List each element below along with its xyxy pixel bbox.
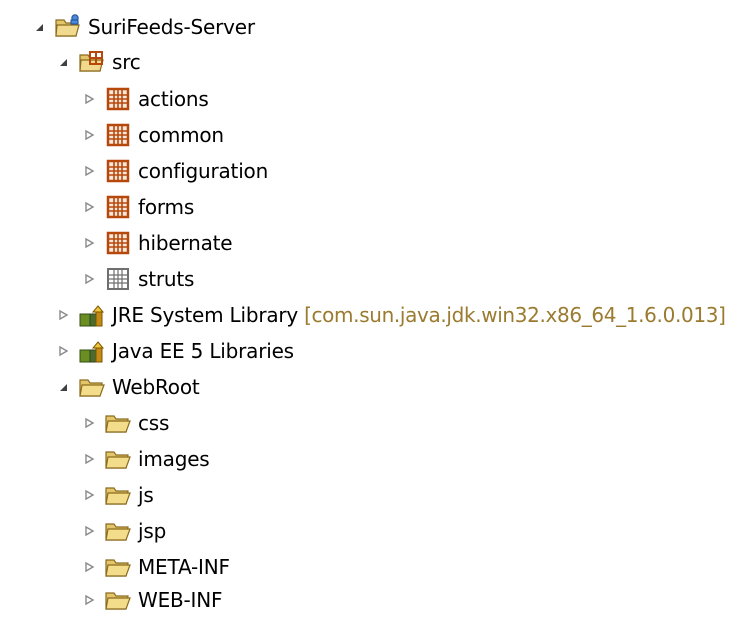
root-label: SuriFeeds-Server [88, 15, 255, 39]
tree-row-library[interactable]: Java EE 5 Libraries [52, 333, 294, 369]
library-label: JRE System Library [112, 303, 299, 327]
tree-row-folder[interactable]: js [78, 477, 154, 513]
collapsed-triangle-icon[interactable] [78, 232, 100, 254]
collapsed-triangle-icon[interactable] [78, 88, 100, 110]
package-label: hibernate [138, 231, 233, 255]
library-decoration: [com.sun.java.jdk.win32.x86_64_1.6.0.013… [304, 303, 726, 327]
tree-row-folder[interactable]: css [78, 405, 169, 441]
collapsed-triangle-icon[interactable] [78, 484, 100, 506]
tree-row-folder[interactable]: META-INF [78, 549, 230, 585]
project-explorer-tree: SuriFeeds-Server src actions common conf… [0, 0, 755, 614]
empty-package-icon [104, 265, 132, 293]
tree-row-package[interactable]: actions [78, 81, 209, 117]
library-label: Java EE 5 Libraries [112, 339, 294, 363]
tree-row-folder[interactable]: images [78, 441, 210, 477]
webroot-label: WebRoot [112, 375, 200, 399]
folder-icon [104, 586, 132, 614]
tree-row-library[interactable]: JRE System Library [com.sun.java.jdk.win… [52, 297, 726, 333]
tree-row-package[interactable]: struts [78, 261, 194, 297]
folder-icon [104, 517, 132, 545]
expanded-triangle-icon[interactable] [52, 51, 74, 73]
collapsed-triangle-icon[interactable] [52, 304, 74, 326]
folder-icon [104, 481, 132, 509]
tree-row-package[interactable]: hibernate [78, 225, 233, 261]
package-icon [104, 193, 132, 221]
package-icon [104, 85, 132, 113]
tree-row-package[interactable]: forms [78, 189, 194, 225]
expanded-triangle-icon[interactable] [52, 376, 74, 398]
package-label: configuration [138, 159, 269, 183]
package-icon [104, 157, 132, 185]
folder-icon [104, 445, 132, 473]
project-icon [54, 13, 82, 41]
folder-label: js [138, 483, 154, 507]
folder-label: css [138, 411, 170, 435]
collapsed-triangle-icon[interactable] [78, 589, 100, 611]
collapsed-triangle-icon[interactable] [78, 448, 100, 470]
tree-row-root[interactable]: SuriFeeds-Server [28, 9, 255, 45]
collapsed-triangle-icon[interactable] [78, 196, 100, 218]
folder-icon [78, 373, 106, 401]
tree-row-src[interactable]: src [52, 44, 141, 80]
package-label: actions [138, 87, 209, 111]
collapsed-triangle-icon[interactable] [78, 268, 100, 290]
folder-label: images [138, 447, 210, 471]
src-label: src [112, 50, 141, 74]
collapsed-triangle-icon[interactable] [78, 124, 100, 146]
library-icon [78, 301, 106, 329]
collapsed-triangle-icon[interactable] [78, 412, 100, 434]
tree-row-package[interactable]: configuration [78, 153, 268, 189]
collapsed-triangle-icon[interactable] [78, 520, 100, 542]
package-label: struts [138, 267, 195, 291]
tree-row-folder[interactable]: WEB-INF [78, 582, 223, 618]
expanded-triangle-icon[interactable] [28, 16, 50, 38]
folder-label: WEB-INF [138, 588, 223, 612]
package-label: common [138, 123, 224, 147]
tree-row-webroot[interactable]: WebRoot [52, 369, 200, 405]
folder-label: META-INF [138, 555, 230, 579]
collapsed-triangle-icon[interactable] [78, 556, 100, 578]
collapsed-triangle-icon[interactable] [52, 340, 74, 362]
folder-label: jsp [138, 519, 167, 543]
collapsed-triangle-icon[interactable] [78, 160, 100, 182]
package-icon [104, 121, 132, 149]
folder-icon [104, 553, 132, 581]
tree-row-package[interactable]: common [78, 117, 224, 153]
source-folder-icon [78, 48, 106, 76]
tree-row-folder[interactable]: jsp [78, 513, 166, 549]
package-label: forms [138, 195, 195, 219]
package-icon [104, 229, 132, 257]
folder-icon [104, 409, 132, 437]
library-icon [78, 337, 106, 365]
